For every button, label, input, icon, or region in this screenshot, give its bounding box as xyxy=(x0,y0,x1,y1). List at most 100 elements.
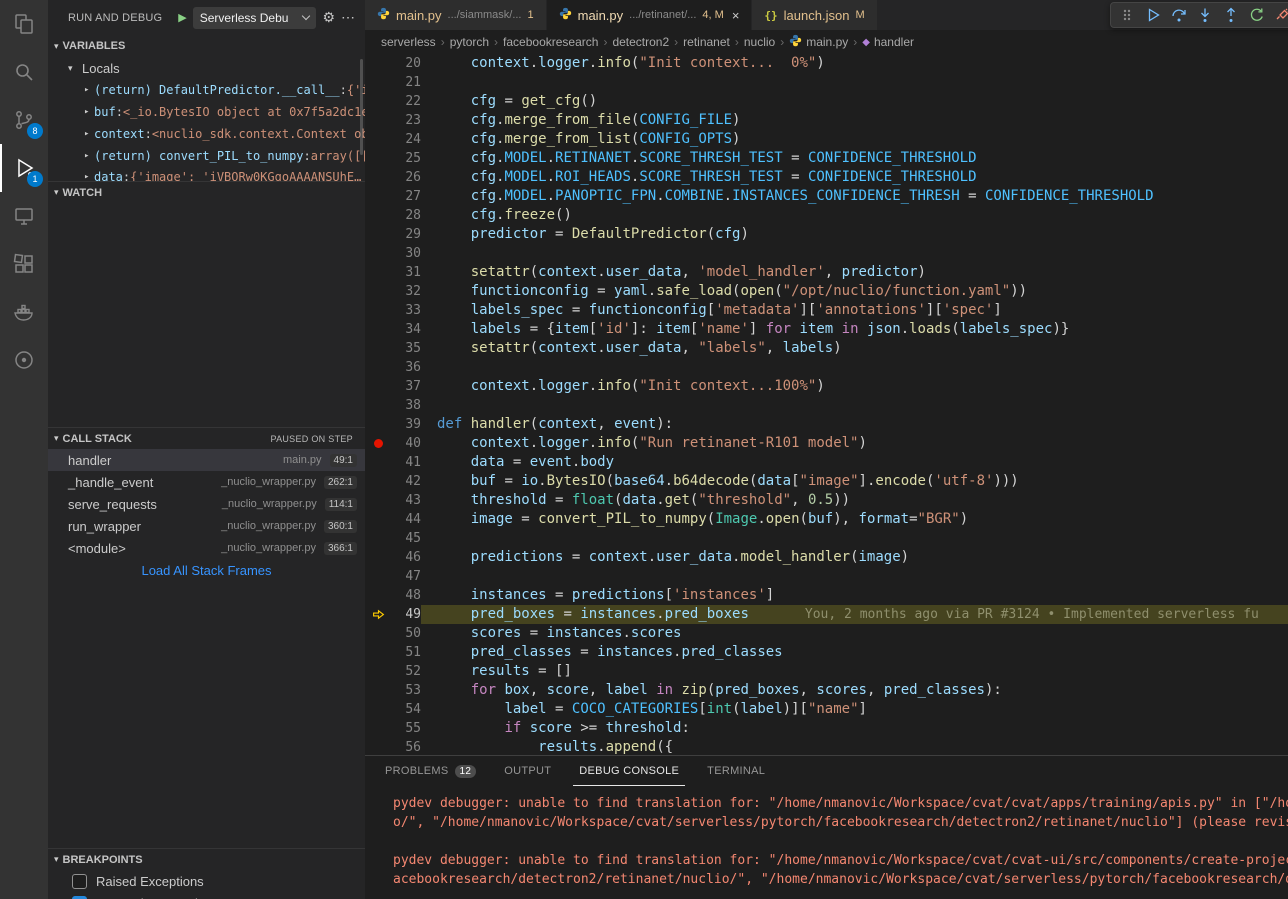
current-step-arrow-icon[interactable] xyxy=(365,605,391,624)
glyph-margin[interactable] xyxy=(365,700,391,719)
variable-row[interactable]: ▸buf: <_io.BytesIO object at 0x7f5a2dc1e… xyxy=(48,101,365,123)
stack-frame-row[interactable]: <module>_nuclio_wrapper.py366:1 xyxy=(48,537,365,559)
glyph-margin[interactable] xyxy=(365,149,391,168)
line-number: 50 xyxy=(391,624,421,643)
stack-frame-row[interactable]: run_wrapper_nuclio_wrapper.py360:1 xyxy=(48,515,365,537)
glyph-margin[interactable] xyxy=(365,738,391,755)
breadcrumb-item[interactable]: main.py xyxy=(789,34,848,50)
code-editor[interactable]: 20 context.logger.info("Init context... … xyxy=(365,54,1288,755)
glyph-margin[interactable] xyxy=(365,624,391,643)
checkbox[interactable] xyxy=(72,896,87,899)
breadcrumb-item[interactable]: ◆handler xyxy=(862,35,914,49)
docker-icon[interactable] xyxy=(0,288,48,336)
step-out-icon[interactable] xyxy=(1219,4,1243,26)
variable-row[interactable]: ▸context: <nuclio_sdk.context.Context ob… xyxy=(48,123,365,145)
panel-tab-debug-console[interactable]: DEBUG CONSOLE xyxy=(573,756,685,786)
remote-explorer-icon[interactable] xyxy=(0,192,48,240)
load-all-stack-frames-link[interactable]: Load All Stack Frames xyxy=(48,559,365,581)
editor-tab[interactable]: main.py.../retinanet/...4, M× xyxy=(547,0,753,30)
glyph-margin[interactable] xyxy=(365,54,391,73)
variable-row[interactable]: ▸data: {'image': 'iVBORw0KGgoAAAANSUhE… xyxy=(48,167,365,181)
continue-icon[interactable] xyxy=(1141,4,1165,26)
debug-console-output[interactable]: pydev debugger: unable to find translati… xyxy=(365,786,1288,899)
variable-row[interactable]: ▸(return) DefaultPredictor.__call__: {'i… xyxy=(48,79,365,101)
run-and-debug-icon[interactable]: 1 xyxy=(0,144,48,192)
glyph-margin[interactable] xyxy=(365,643,391,662)
glyph-margin[interactable] xyxy=(365,719,391,738)
glyph-margin[interactable] xyxy=(365,130,391,149)
panel-tab-bar: PROBLEMS12 OUTPUT DEBUG CONSOLE TERMINAL xyxy=(365,756,1288,786)
stack-frame-row[interactable]: serve_requests_nuclio_wrapper.py114:1 xyxy=(48,493,365,515)
glyph-margin[interactable] xyxy=(365,453,391,472)
glyph-margin[interactable] xyxy=(365,472,391,491)
glyph-margin[interactable] xyxy=(365,491,391,510)
scrollbar[interactable] xyxy=(360,59,363,155)
glyph-margin[interactable] xyxy=(365,377,391,396)
breadcrumb-label: main.py xyxy=(806,35,848,49)
glyph-margin[interactable] xyxy=(365,396,391,415)
restart-icon[interactable] xyxy=(1245,4,1269,26)
glyph-margin[interactable] xyxy=(365,339,391,358)
glyph-margin[interactable] xyxy=(365,301,391,320)
start-debugging-icon[interactable]: ▶ xyxy=(178,11,186,24)
panel-tab-problems[interactable]: PROBLEMS12 xyxy=(379,756,482,786)
glyph-margin[interactable] xyxy=(365,567,391,586)
breakpoints-section-header[interactable]: ▾ BREAKPOINTS xyxy=(48,848,365,870)
step-into-icon[interactable] xyxy=(1193,4,1217,26)
breakpoint-option-row[interactable]: Uncaught Exceptions xyxy=(48,892,365,899)
breakpoint-icon[interactable] xyxy=(365,434,391,453)
watch-section-header[interactable]: ▾ WATCH xyxy=(48,181,365,203)
glyph-margin[interactable] xyxy=(365,529,391,548)
breadcrumb-item[interactable]: nuclio xyxy=(744,35,775,49)
glyph-margin[interactable] xyxy=(365,282,391,301)
glyph-margin[interactable] xyxy=(365,320,391,339)
glyph-margin[interactable] xyxy=(365,548,391,567)
glyph-margin[interactable] xyxy=(365,92,391,111)
glyph-margin[interactable] xyxy=(365,662,391,681)
glyph-margin[interactable] xyxy=(365,681,391,700)
breakpoint-option-row[interactable]: Raised Exceptions xyxy=(48,870,365,892)
glyph-margin[interactable] xyxy=(365,168,391,187)
disconnect-icon[interactable] xyxy=(1271,4,1288,26)
variable-row[interactable]: ▸(return) convert_PIL_to_numpy: array([[… xyxy=(48,145,365,167)
glyph-margin[interactable] xyxy=(365,263,391,282)
more-actions-icon[interactable]: ⋯ xyxy=(341,9,355,26)
explorer-icon[interactable] xyxy=(0,0,48,48)
plugin-circle-icon[interactable] xyxy=(0,336,48,384)
glyph-margin[interactable] xyxy=(365,111,391,130)
glyph-margin[interactable] xyxy=(365,225,391,244)
toolbar-drag-grip[interactable] xyxy=(1115,4,1139,26)
breadcrumb-item[interactable]: detectron2 xyxy=(612,35,669,49)
debug-settings-gear-icon[interactable]: ⚙ xyxy=(322,9,335,26)
glyph-margin[interactable] xyxy=(365,206,391,225)
code-line: 41 data = event.body xyxy=(365,453,1288,472)
panel-tab-output[interactable]: OUTPUT xyxy=(498,756,557,786)
source-control-icon[interactable]: 8 xyxy=(0,96,48,144)
editor-tab[interactable]: main.py.../siammask/...1 xyxy=(365,0,547,30)
stack-frame-row[interactable]: _handle_event_nuclio_wrapper.py262:1 xyxy=(48,471,365,493)
variables-scope-locals[interactable]: ▾ Locals xyxy=(48,57,365,79)
glyph-margin[interactable] xyxy=(365,244,391,263)
breadcrumb-item[interactable]: retinanet xyxy=(683,35,730,49)
editor-tab[interactable]: {}launch.jsonM xyxy=(752,0,877,30)
glyph-margin[interactable] xyxy=(365,187,391,206)
glyph-margin[interactable] xyxy=(365,358,391,377)
stack-frame-file: main.py xyxy=(283,454,322,466)
glyph-margin[interactable] xyxy=(365,586,391,605)
panel-tab-terminal[interactable]: TERMINAL xyxy=(701,756,771,786)
breadcrumb-item[interactable]: pytorch xyxy=(450,35,489,49)
debug-config-select[interactable]: Serverless Debu xyxy=(193,7,317,29)
call-stack-section-header[interactable]: ▾ CALL STACK PAUSED ON STEP xyxy=(48,427,365,449)
checkbox[interactable] xyxy=(72,874,87,889)
breadcrumb-item[interactable]: serverless xyxy=(381,35,436,49)
stack-frame-row[interactable]: handlermain.py49:1 xyxy=(48,449,365,471)
variables-section-header[interactable]: ▾ VARIABLES xyxy=(48,35,365,57)
glyph-margin[interactable] xyxy=(365,415,391,434)
search-icon[interactable] xyxy=(0,48,48,96)
glyph-margin[interactable] xyxy=(365,510,391,529)
close-icon[interactable]: × xyxy=(732,8,740,23)
step-over-icon[interactable] xyxy=(1167,4,1191,26)
breadcrumb-item[interactable]: facebookresearch xyxy=(503,35,598,49)
extensions-icon[interactable] xyxy=(0,240,48,288)
glyph-margin[interactable] xyxy=(365,73,391,92)
